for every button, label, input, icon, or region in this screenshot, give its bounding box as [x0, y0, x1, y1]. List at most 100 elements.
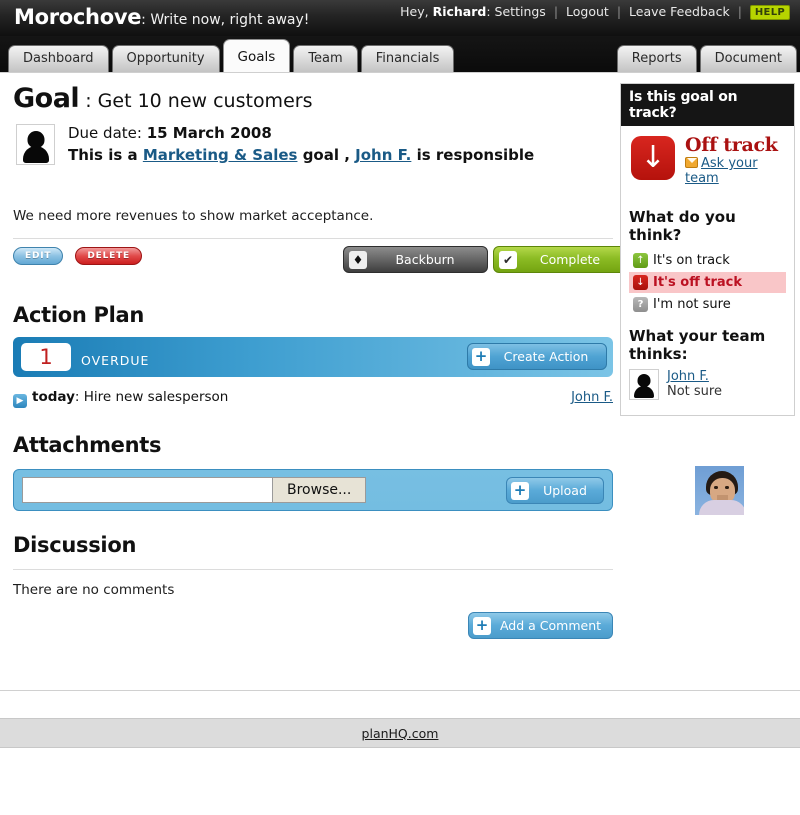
- goal-description: We need more revenues to show market acc…: [13, 208, 374, 224]
- create-action-label: Create Action: [503, 349, 589, 364]
- help-badge[interactable]: HELP: [749, 5, 790, 20]
- team-thinks-heading: What your team thinks:: [629, 327, 766, 363]
- team-vote-row: John F. Not sure: [629, 369, 786, 405]
- file-path-input[interactable]: [22, 477, 272, 503]
- vote-option-label: I'm not sure: [653, 297, 731, 312]
- mail-icon: [685, 157, 698, 168]
- photo-shirt: [699, 500, 744, 515]
- logout-link[interactable]: Logout: [566, 4, 609, 19]
- browse-button[interactable]: Browse...: [272, 477, 367, 503]
- goal-colon: :: [79, 90, 98, 112]
- check-icon: ✔: [499, 250, 517, 269]
- user-name: Richard: [432, 4, 487, 19]
- list-item[interactable]: ▶ today: Hire new salesperson John F.: [13, 389, 613, 411]
- goal-meta-text: Due date: 15 March 2008 This is a Market…: [68, 124, 613, 164]
- footer-link[interactable]: planHQ.com: [362, 726, 439, 741]
- team-vote-text: John F. Not sure: [667, 369, 786, 399]
- status-badge: Off track: [685, 134, 778, 156]
- owner-link[interactable]: John F.: [355, 146, 411, 164]
- tab-opportunity[interactable]: Opportunity: [111, 45, 220, 72]
- upload-button[interactable]: + Upload: [506, 477, 604, 504]
- person-silhouette-icon: [17, 125, 54, 164]
- down-arrow-icon: ↓: [633, 275, 648, 290]
- complete-button[interactable]: ✔ Complete: [493, 246, 628, 273]
- category-link[interactable]: Marketing & Sales: [143, 146, 298, 164]
- vote-option-not-sure[interactable]: ? I'm not sure: [629, 294, 786, 315]
- main-column: Goal : Get 10 new customers Due date: 15…: [13, 83, 628, 639]
- status-text-block: Off track Ask your team: [685, 134, 786, 186]
- plus-icon: +: [473, 616, 491, 635]
- tab-dashboard[interactable]: Dashboard: [8, 45, 109, 72]
- flame-icon: ♦: [349, 250, 367, 269]
- status-block: ↓ Off track Ask your team: [629, 134, 786, 196]
- divider: [13, 569, 613, 570]
- backburn-label: Backburn: [395, 252, 455, 267]
- overdue-count: 1: [21, 343, 71, 371]
- team-member-link[interactable]: John F.: [667, 369, 709, 384]
- tab-bar: Dashboard Opportunity Goals Team Financi…: [0, 36, 800, 72]
- avatar: [16, 124, 55, 165]
- ask-team-row: Ask your team: [685, 156, 786, 186]
- goal-word: Goal: [13, 83, 80, 114]
- action-owner-link[interactable]: John F.: [571, 390, 613, 405]
- delete-button[interactable]: DELETE: [75, 247, 142, 265]
- vote-option-on-track[interactable]: ↑ It's on track: [629, 250, 786, 271]
- responsible-line: This is a Marketing & Sales goal , John …: [68, 146, 613, 164]
- edit-button[interactable]: EDIT: [13, 247, 64, 265]
- tab-reports[interactable]: Reports: [616, 45, 697, 72]
- on-track-card: Is this goal on track? ↓ Off track Ask y…: [620, 83, 795, 416]
- sidebar: Is this goal on track? ↓ Off track Ask y…: [620, 83, 795, 416]
- profile-photo: [692, 463, 747, 518]
- vote-option-off-track[interactable]: ↓ It's off track: [629, 272, 786, 293]
- page-bottom-space: [0, 749, 800, 815]
- play-icon: ▶: [13, 394, 27, 408]
- team-member-name: John F.: [667, 369, 786, 384]
- create-action-button[interactable]: + Create Action: [467, 343, 607, 370]
- due-date-label: Due date:: [68, 124, 147, 142]
- question-icon: ?: [633, 297, 648, 312]
- backburn-button[interactable]: ♦ Backburn: [343, 246, 488, 273]
- page-title: Goal : Get 10 new customers: [13, 83, 613, 114]
- team-member-vote: Not sure: [667, 384, 722, 399]
- action-sep: :: [74, 389, 84, 405]
- settings-link[interactable]: Settings: [495, 4, 546, 19]
- attachments-heading: Attachments: [13, 433, 162, 457]
- tab-goals[interactable]: Goals: [222, 39, 291, 72]
- leave-feedback-link[interactable]: Leave Feedback: [629, 4, 730, 19]
- goal-actions-toolbar: EDIT DELETE ♦ Backburn ✔ Complete: [13, 246, 628, 281]
- separator: |: [616, 4, 622, 19]
- tab-document[interactable]: Document: [699, 45, 797, 72]
- photo-image: [695, 466, 744, 515]
- complete-label: Complete: [539, 252, 601, 267]
- add-comment-button[interactable]: + Add a Comment: [468, 612, 613, 639]
- overdue-bar: 1 OVERDUE + Create Action: [13, 337, 613, 377]
- divider: [13, 238, 613, 239]
- add-comment-label: Add a Comment: [499, 618, 602, 633]
- footer: planHQ.com: [0, 718, 800, 748]
- vote-option-label: It's off track: [653, 275, 743, 290]
- no-comments-text: There are no comments: [13, 582, 175, 598]
- down-arrow-icon: ↓: [631, 136, 675, 180]
- tab-team[interactable]: Team: [293, 45, 358, 72]
- page-body: Goal : Get 10 new customers Due date: 15…: [0, 72, 800, 712]
- brand-tagline: : Write now, right away!: [141, 12, 310, 28]
- upload-label: Upload: [543, 483, 587, 498]
- greeting-text: Hey,: [400, 4, 429, 19]
- plus-icon: +: [472, 347, 490, 366]
- separator: |: [553, 4, 559, 19]
- discussion-heading: Discussion: [13, 533, 137, 557]
- primary-tabs: Dashboard Opportunity Goals Team Financi…: [8, 39, 457, 72]
- avatar: [629, 369, 659, 400]
- action-text: Hire new salesperson: [83, 389, 229, 405]
- goal-meta: Due date: 15 March 2008 This is a Market…: [13, 124, 613, 172]
- photo-eye-right: [725, 486, 729, 489]
- upload-band: Browse... + Upload: [13, 469, 613, 511]
- silhouette-body: [22, 146, 49, 163]
- action-plan-heading: Action Plan: [13, 303, 145, 327]
- greeting-colon: :: [486, 4, 491, 19]
- brand-name: Morochove: [14, 5, 142, 29]
- action-when: today: [32, 389, 75, 405]
- tab-financials[interactable]: Financials: [360, 45, 455, 72]
- responsible-suffix: is responsible: [411, 146, 535, 164]
- secondary-tabs: Reports Document: [616, 45, 800, 72]
